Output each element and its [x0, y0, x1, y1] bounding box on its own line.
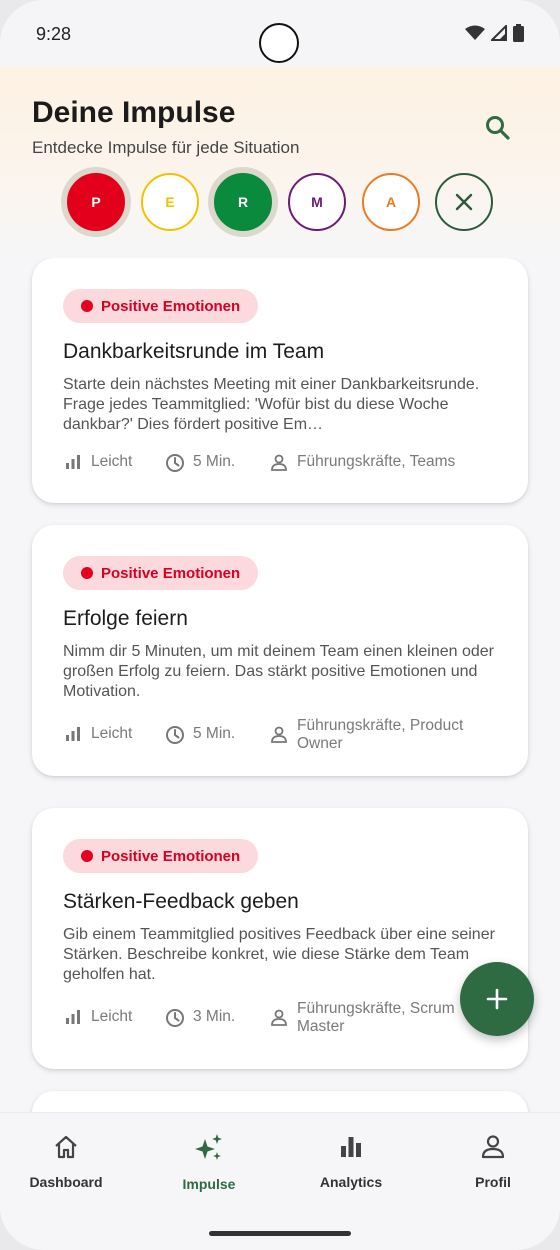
card-description: Nimm dir 5 Minuten, um mit deinem Team e… — [63, 643, 495, 700]
category-tag: Positive Emotionen — [63, 839, 259, 873]
difficulty-meta: Leicht — [63, 453, 132, 471]
duration-label: 5 Min. — [193, 453, 236, 470]
nav-label: Analytics — [319, 1174, 383, 1190]
front-camera — [259, 23, 299, 63]
difficulty-icon — [66, 455, 80, 469]
filter-chips: P E R M A — [0, 167, 560, 237]
close-icon — [455, 193, 473, 211]
card-title: Stärken-Feedback geben — [63, 890, 299, 913]
filter-chip-letter: E — [165, 194, 175, 210]
filter-chip-e[interactable]: E — [141, 173, 199, 231]
difficulty-icon — [66, 727, 80, 741]
phone-screen: 9:28 Deine Impulse Entdecke Impulse für … — [0, 0, 560, 1250]
card-title: Erfolge feiern — [63, 607, 188, 630]
filter-chip-letter: A — [385, 194, 397, 210]
bar-chart-icon — [341, 1137, 361, 1157]
bottom-navigation: Dashboard Impulse Analytics Profil — [0, 1112, 560, 1223]
difficulty-label: Leicht — [91, 453, 133, 470]
filter-chip-letter: R — [237, 194, 249, 210]
duration-meta: 3 Min. — [165, 1008, 235, 1028]
nav-item-profil[interactable]: Profil — [423, 1133, 560, 1190]
nav-label: Profil — [475, 1174, 511, 1190]
audience-label: Führungskräfte, Product Owner — [297, 717, 464, 752]
page-title: Deine Impulse — [32, 96, 236, 129]
search-icon — [486, 116, 510, 140]
add-impulse-button[interactable] — [460, 962, 534, 1036]
duration-label: 5 Min. — [193, 725, 236, 742]
filter-chip-letter: M — [311, 194, 323, 210]
card-title: Dankbarkeitsrunde im Team — [63, 340, 325, 363]
clock-icon — [166, 454, 184, 472]
category-tag: Positive Emotionen — [63, 556, 259, 590]
person-icon — [271, 454, 287, 471]
filter-chip-letter: P — [91, 194, 101, 210]
impulse-card[interactable]: Positive Emotionen Erfolge feiern Nimm d… — [32, 525, 528, 776]
card-description: Gib einem Teammitglied positives Feedbac… — [63, 926, 495, 983]
filter-chip-r[interactable]: R — [214, 173, 272, 231]
audience-meta: Führungskräfte, Product Owner — [269, 717, 499, 753]
status-bar: 9:28 — [0, 0, 560, 68]
card-meta: Leicht 5 Min. Führungskräfte, Teams — [63, 453, 503, 493]
nav-item-dashboard[interactable]: Dashboard — [0, 1133, 136, 1190]
filter-chip-a[interactable]: A — [362, 173, 420, 231]
nav-item-analytics[interactable]: Analytics — [281, 1133, 421, 1190]
audience-label: Führungskräfte, Teams — [297, 453, 456, 470]
plus-icon — [486, 988, 508, 1010]
category-tag: Positive Emotionen — [63, 289, 259, 323]
audience-meta: Führungskräfte, Teams — [269, 453, 509, 473]
system-icons — [465, 24, 524, 42]
search-button[interactable] — [478, 108, 518, 148]
category-label: Positive Emotionen — [101, 297, 241, 315]
difficulty-label: Leicht — [91, 725, 133, 742]
home-icon — [55, 1135, 77, 1159]
duration-meta: 5 Min. — [165, 725, 235, 745]
category-dot — [81, 850, 93, 862]
clock-icon — [166, 1009, 184, 1027]
category-label: Positive Emotionen — [101, 564, 241, 582]
clear-filters-button[interactable] — [435, 173, 493, 231]
duration-meta: 5 Min. — [165, 453, 235, 473]
difficulty-icon — [66, 1010, 80, 1024]
person-icon — [271, 1009, 287, 1026]
difficulty-label: Leicht — [91, 1008, 133, 1025]
person-icon — [481, 1135, 505, 1159]
card-description: Starte dein nächstes Meeting mit einer D… — [63, 376, 480, 433]
nav-item-impulse[interactable]: Impulse — [139, 1133, 279, 1192]
nav-label: Impulse — [182, 1176, 236, 1192]
clock-icon — [166, 726, 184, 744]
wifi-icon — [465, 25, 485, 40]
battery-icon — [513, 24, 524, 42]
status-time: 9:28 — [36, 24, 72, 44]
difficulty-meta: Leicht — [63, 725, 132, 743]
category-dot — [81, 300, 93, 312]
category-dot — [81, 567, 93, 579]
sparkles-icon — [195, 1134, 222, 1160]
filter-chip-m[interactable]: M — [288, 173, 346, 231]
category-label: Positive Emotionen — [101, 847, 241, 865]
impulse-card[interactable]: Positive Emotionen Stärken-Feedback gebe… — [32, 808, 528, 1069]
card-meta: Leicht 3 Min. Führungskräfte, Scrum Mast… — [63, 1000, 503, 1040]
duration-label: 3 Min. — [193, 1008, 236, 1025]
difficulty-meta: Leicht — [63, 1008, 132, 1026]
home-indicator[interactable] — [209, 1231, 351, 1236]
nav-label: Dashboard — [29, 1174, 103, 1190]
impulse-card[interactable]: Positive Emotionen Dankbarkeitsrunde im … — [32, 258, 528, 503]
filter-chip-p[interactable]: P — [67, 173, 125, 231]
page-subtitle: Entdecke Impulse für jede Situation — [32, 138, 300, 157]
signal-icon — [491, 25, 507, 41]
person-icon — [271, 726, 287, 743]
card-meta: Leicht 5 Min. Führungskräfte, Product Ow… — [63, 717, 503, 757]
